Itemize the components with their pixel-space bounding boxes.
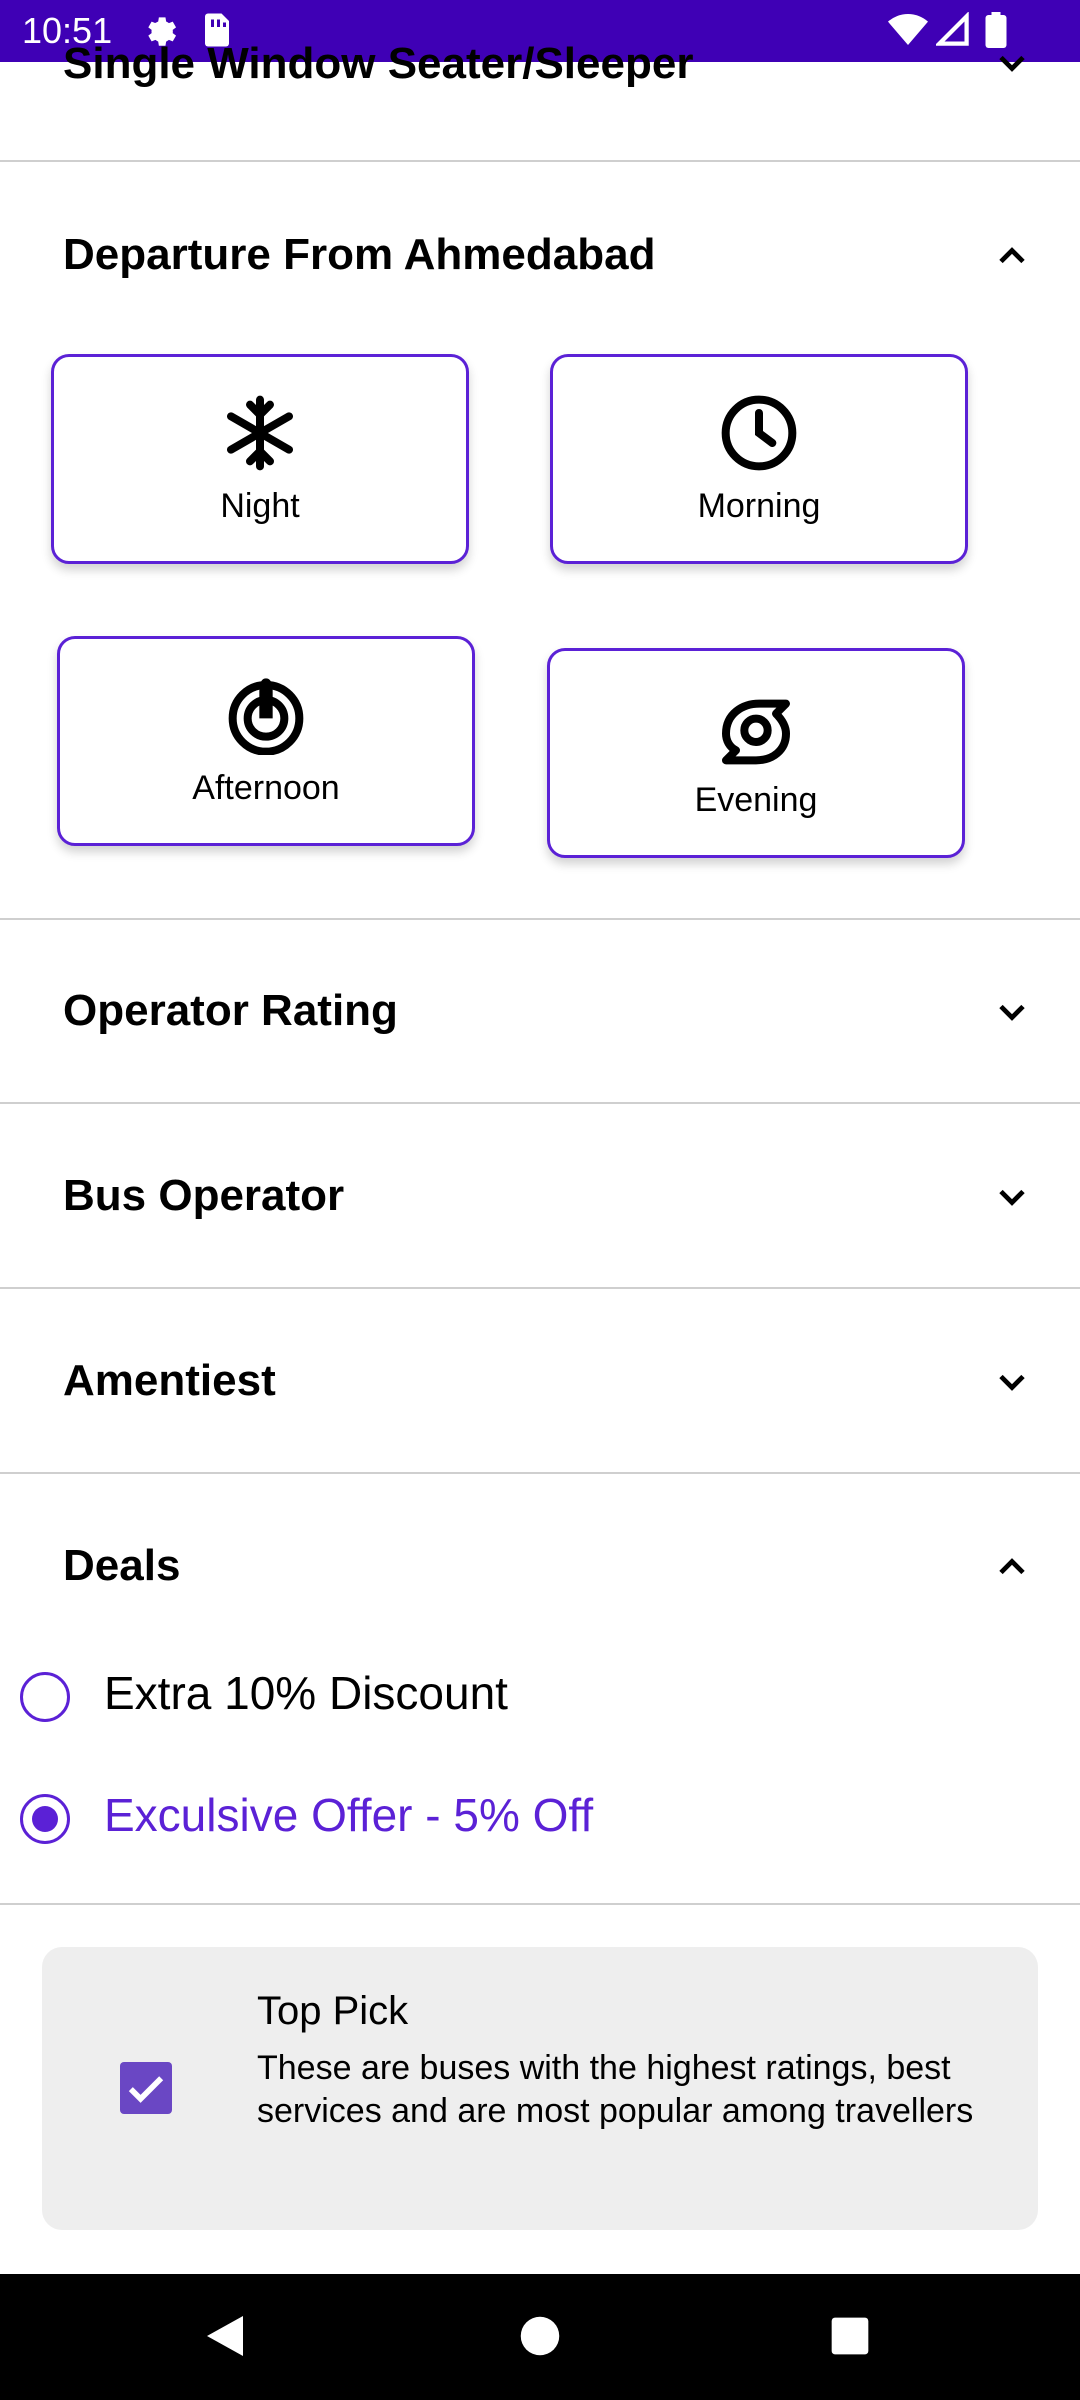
- radio-label: Exculsive Offer - 5% Off: [104, 1789, 594, 1841]
- section-bus-operator[interactable]: Bus Operator: [0, 1165, 1080, 1235]
- section-amenities[interactable]: Amentiest: [0, 1350, 1080, 1420]
- checkmark-icon: [128, 2076, 164, 2103]
- chevron-down-icon[interactable]: [990, 990, 1034, 1034]
- section-deals[interactable]: Deals: [0, 1535, 1080, 1605]
- chevron-down-icon[interactable]: [990, 41, 1034, 85]
- radio-label: Extra 10% Discount: [104, 1667, 508, 1719]
- chevron-up-icon[interactable]: [990, 234, 1034, 278]
- section-departure[interactable]: Departure From Ahmedabad: [0, 220, 1080, 290]
- signal-icon: [936, 12, 969, 46]
- radio-button-selected[interactable]: [20, 1794, 70, 1844]
- radio-button[interactable]: [20, 1672, 70, 1722]
- divider: [0, 1102, 1080, 1104]
- home-icon[interactable]: [519, 2315, 561, 2357]
- section-title: Departure From Ahmedabad: [63, 230, 656, 279]
- recents-icon[interactable]: [830, 2316, 870, 2356]
- departure-option-night[interactable]: Night: [51, 354, 469, 564]
- chevron-up-icon[interactable]: [990, 1545, 1034, 1589]
- section-title: Operator Rating: [63, 986, 398, 1035]
- deal-option-extra-discount[interactable]: Extra 10% Discount: [20, 1667, 920, 1752]
- target-icon: [228, 678, 304, 755]
- section-title: Bus Operator: [63, 1171, 345, 1220]
- chevron-down-icon[interactable]: [990, 1360, 1034, 1404]
- option-label: Night: [220, 487, 300, 525]
- option-label: Morning: [697, 487, 821, 525]
- top-pick-checkbox[interactable]: [120, 2062, 172, 2114]
- top-pick-title: Top Pick: [257, 1989, 409, 2033]
- option-label: Evening: [694, 781, 818, 819]
- section-title: Deals: [63, 1541, 181, 1590]
- section-operator-rating[interactable]: Operator Rating: [0, 980, 1080, 1050]
- deal-option-exclusive-offer[interactable]: Exculsive Offer - 5% Off: [20, 1789, 920, 1874]
- wifi-icon: [888, 14, 928, 45]
- option-label: Afternoon: [192, 769, 340, 807]
- section-title: Amentiest: [63, 1356, 276, 1405]
- chevron-down-icon[interactable]: [990, 1175, 1034, 1219]
- divider: [0, 918, 1080, 920]
- divider: [0, 1472, 1080, 1474]
- top-pick-card[interactable]: Top Pick These are buses with the highes…: [42, 1947, 1038, 2230]
- top-pick-description: These are buses with the highest ratings…: [257, 2049, 974, 2130]
- section-seat-type[interactable]: Single Window Seater/Sleeper: [0, 39, 1080, 115]
- divider: [0, 1287, 1080, 1289]
- spiral-icon: [722, 699, 790, 765]
- divider: [0, 1903, 1080, 1905]
- departure-option-evening[interactable]: Evening: [547, 648, 965, 858]
- divider: [0, 160, 1080, 162]
- back-icon[interactable]: [203, 2312, 247, 2360]
- radio-dot: [32, 1806, 58, 1832]
- departure-option-afternoon[interactable]: Afternoon: [57, 636, 475, 846]
- departure-option-morning[interactable]: Morning: [550, 354, 968, 564]
- snowflake-icon: [226, 395, 294, 471]
- system-nav-bar: [0, 2274, 1080, 2400]
- section-title: Single Window Seater/Sleeper: [63, 39, 694, 88]
- clock-icon: [721, 395, 797, 471]
